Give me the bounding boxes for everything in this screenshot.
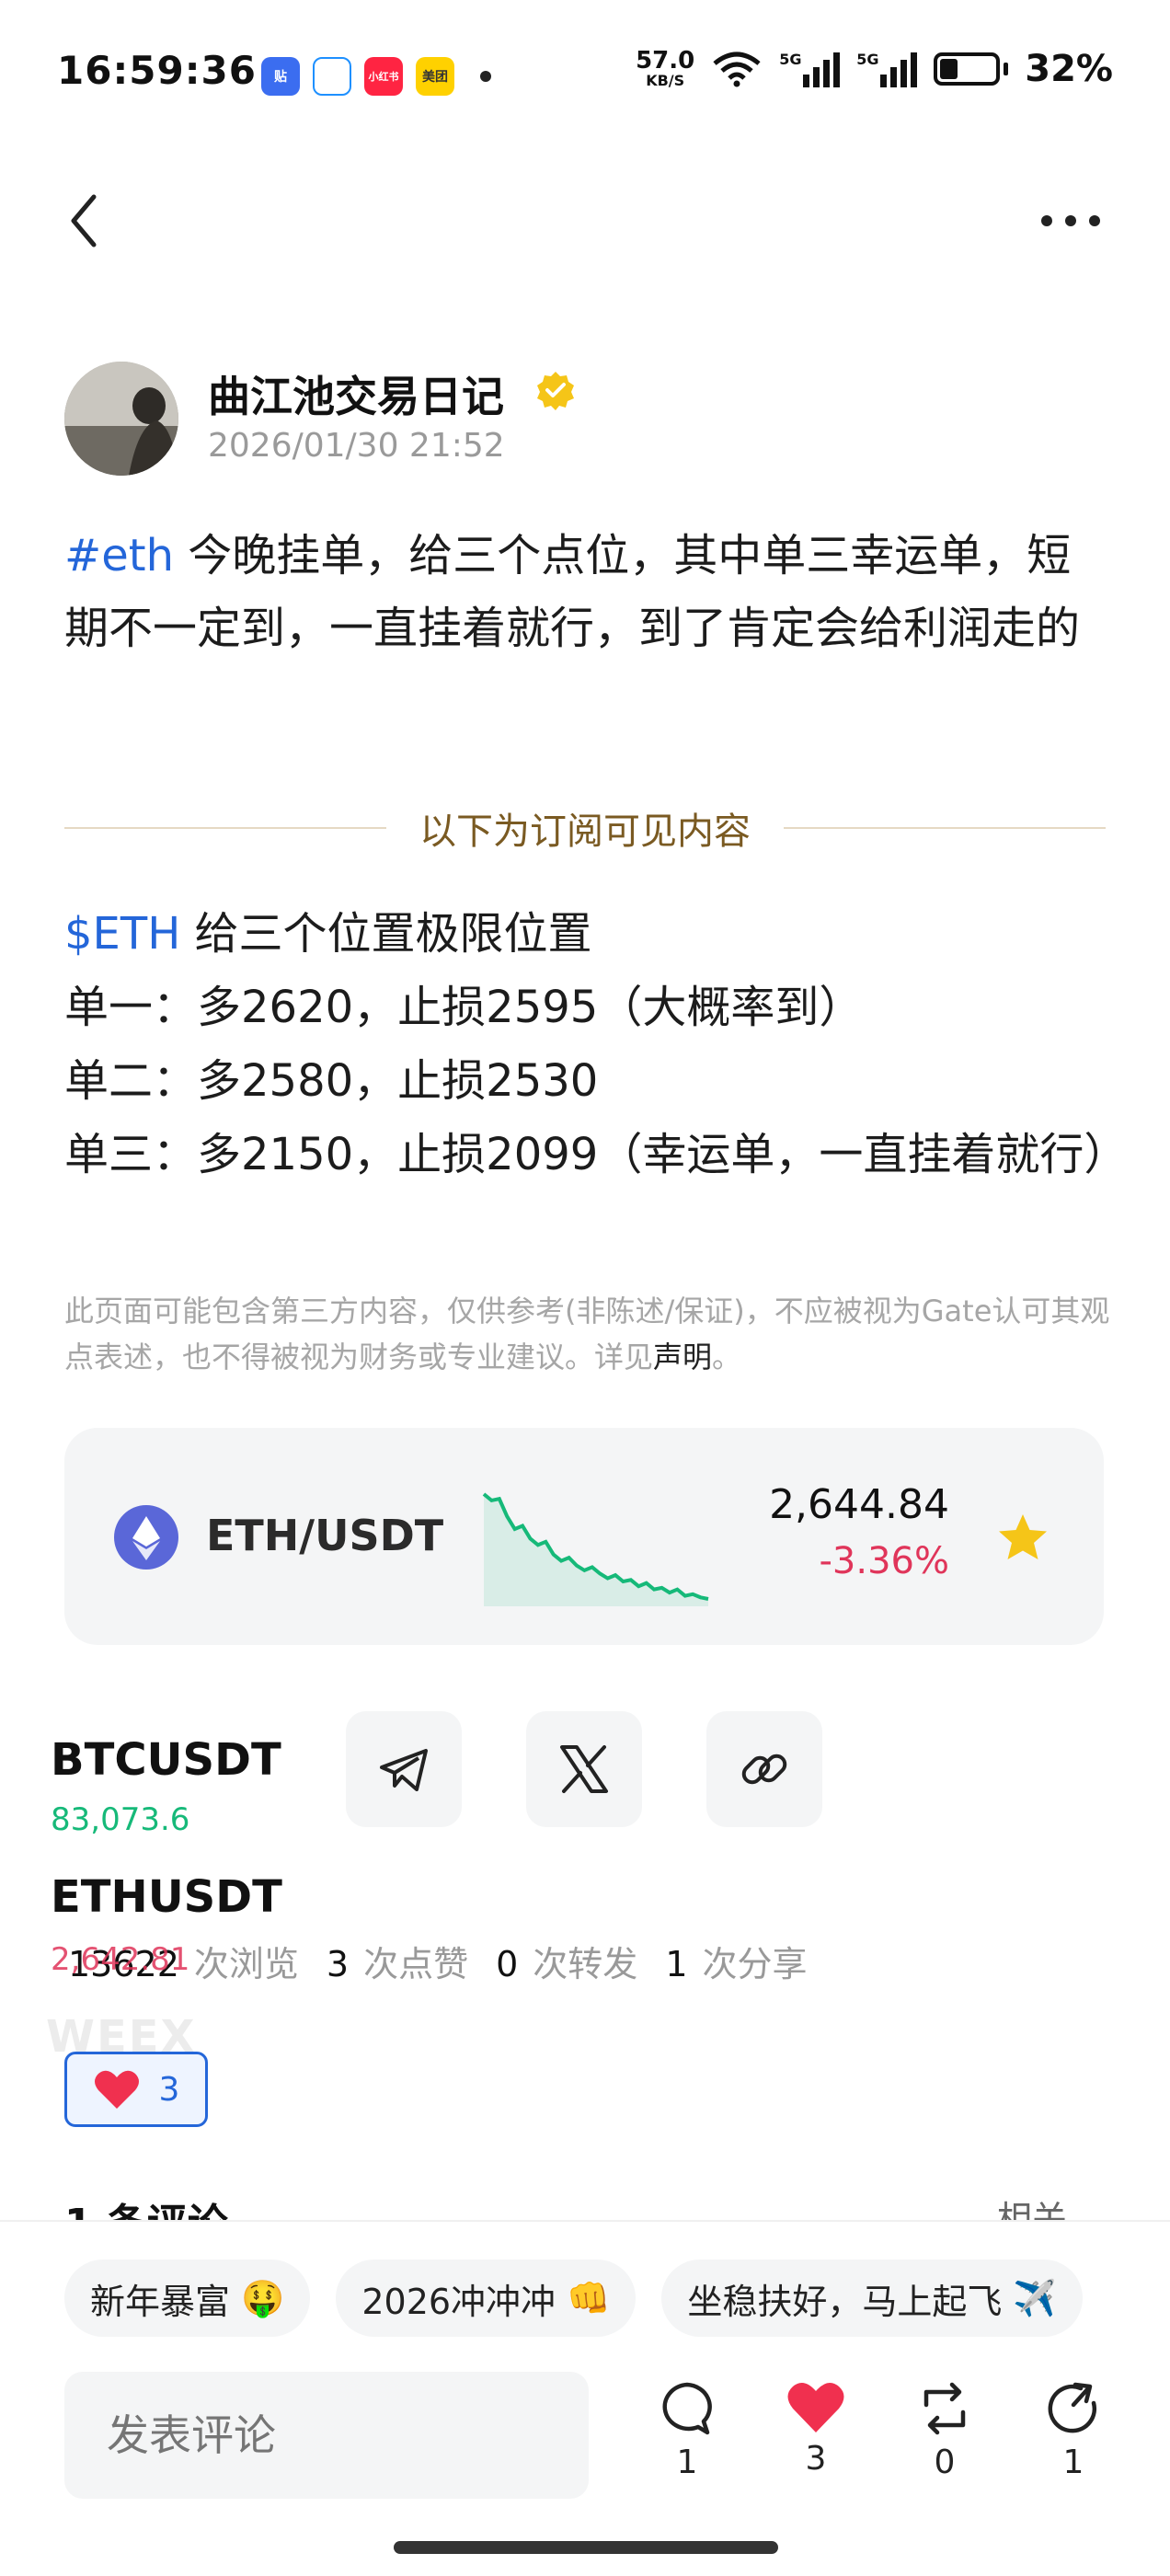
subscriber-divider: 以下为订阅可见内容: [64, 800, 1106, 856]
x-logo-icon: [560, 1745, 608, 1793]
notification-icons: 贴 小红书 美团: [261, 57, 491, 96]
ticker-price: 2,644.84: [769, 1481, 949, 1528]
back-button[interactable]: [61, 184, 107, 258]
comments-sort[interactable]: 相关: [997, 2194, 1067, 2222]
status-time: 16:59:36: [57, 48, 257, 93]
repost-action-button[interactable]: 0: [903, 2379, 986, 2481]
xiaohongshu-app-icon: 小红书: [364, 57, 403, 96]
share-telegram-button[interactable]: [346, 1711, 462, 1827]
battery-icon: [934, 52, 1009, 86]
quick-reply-chip[interactable]: 坐稳扶好，马上起飞 ✈️: [661, 2260, 1083, 2337]
comment-bubble-icon: [662, 2382, 712, 2435]
repost-icon: [923, 2382, 966, 2435]
status-bar: 16:59:36 贴 小红书 美团 57.0 KB/S 5G 5G 32%: [0, 0, 1170, 147]
like-pill-count: 3: [158, 2070, 180, 2109]
share-arrow-icon: [1048, 2382, 1096, 2433]
home-indicator[interactable]: [394, 2541, 778, 2554]
btc-overlay-price: 83,073.6: [51, 1801, 190, 1838]
eth-ticker-card[interactable]: ETH/USDT 2,644.84 -3.36%: [64, 1428, 1104, 1645]
cashtag-link[interactable]: $ETH: [64, 908, 180, 960]
chevron-left-icon: [71, 194, 97, 247]
more-dots-icon: [1041, 215, 1052, 226]
post-body-text: 今晚挂单，给三个点位，其中单三幸运单，短期不一定到，一直挂着就行，到了肯定会给利…: [64, 530, 1081, 654]
verified-badge-icon: [537, 372, 574, 410]
battery-percent: 32%: [1025, 48, 1113, 90]
order-line-1: 单一：多2620，止损2595（大概率到）: [64, 982, 864, 1033]
comments-count: 1 条评论: [64, 2194, 228, 2222]
more-options-button[interactable]: [1041, 202, 1115, 239]
wifi-icon: [713, 52, 761, 87]
author-name[interactable]: 曲江池交易日记: [208, 363, 504, 424]
like-action-count: 3: [805, 2440, 827, 2478]
telegram-icon: [380, 1749, 428, 1791]
cell-signal-2-icon: 5G: [856, 51, 918, 87]
link-icon: [741, 1754, 787, 1785]
post-datetime: 2026/01/30 21:52: [208, 427, 505, 465]
copy-link-button[interactable]: [706, 1711, 822, 1827]
like-reaction-pill[interactable]: 3: [64, 2052, 208, 2127]
like-action-button[interactable]: 3: [774, 2379, 857, 2478]
net-speed: 57.0 KB/S: [636, 47, 695, 89]
eth-overlay-price: 2,642.81: [51, 1941, 190, 1978]
comments-header: 1 条评论 相关: [64, 2194, 1104, 2222]
share-action-count: 1: [1062, 2444, 1084, 2481]
more-notifications-icon: [480, 71, 491, 82]
ticker-pair: ETH/USDT: [206, 1511, 444, 1560]
likes-count: 3: [326, 1944, 350, 1984]
eth-logo-icon: [114, 1505, 178, 1570]
favorite-star-icon[interactable]: [993, 1509, 1052, 1568]
eth-overlay-symbol: ETHUSDT: [51, 1871, 282, 1923]
tieba-app-icon: 贴: [261, 57, 300, 96]
heart-icon: [94, 2070, 139, 2109]
quick-reply-chip[interactable]: 2026冲冲冲 👊: [336, 2260, 637, 2337]
status-indicators: 57.0 KB/S 5G 5G 32%: [636, 48, 1113, 90]
subscriber-divider-label: 以下为订阅可见内容: [419, 811, 751, 853]
statement-link[interactable]: 声明: [653, 1340, 712, 1374]
order-line-3: 单三：多2150，止损2099（幸运单，一直挂着就行）: [64, 1129, 1129, 1180]
author-avatar[interactable]: [64, 362, 178, 476]
comment-action-count: 1: [676, 2444, 698, 2481]
disclaimer: 此页面可能包含第三方内容，仅供参考(非陈述/保证)，不应被视为Gate认可其观点…: [64, 1294, 1110, 1374]
heart-filled-icon: [787, 2383, 844, 2432]
reposts-count: 0: [496, 1944, 519, 1984]
shares-count: 1: [665, 1944, 688, 1984]
comment-action-button[interactable]: 1: [646, 2379, 728, 2481]
comment-input[interactable]: [64, 2372, 589, 2499]
chip-emoji-icon: ✈️: [1013, 2277, 1057, 2318]
chip-emoji-icon: 👊: [567, 2277, 611, 2318]
quick-reply-chips: 新年暴富 🤑 2026冲冲冲 👊 坐稳扶好，马上起飞 ✈️: [64, 2260, 1083, 2337]
browser-app-icon: [313, 57, 351, 96]
post-body: #eth 今晚挂单，给三个点位，其中单三幸运单，短期不一定到，一直挂着就行，到了…: [64, 520, 1113, 665]
share-action-button[interactable]: 1: [1032, 2379, 1115, 2481]
share-x-button[interactable]: [526, 1711, 642, 1827]
ticker-change: -3.36%: [819, 1540, 949, 1582]
cell-signal-1-icon: 5G: [779, 51, 841, 87]
quick-reply-chip[interactable]: 新年暴富 🤑: [64, 2260, 311, 2337]
subscriber-content: $ETH 给三个位置极限位置 单一：多2620，止损2595（大概率到） 单二：…: [64, 897, 1129, 1191]
repost-action-count: 0: [934, 2444, 956, 2481]
btc-overlay-symbol: BTCUSDT: [51, 1734, 281, 1786]
order-line-2: 单二：多2580，止损2530: [64, 1055, 599, 1107]
meituan-app-icon: 美团: [416, 57, 454, 96]
price-sparkline: [482, 1492, 709, 1606]
avatar-photo-icon: [64, 362, 178, 476]
hashtag-link[interactable]: #eth: [64, 530, 174, 581]
chip-emoji-icon: 🤑: [241, 2277, 285, 2318]
